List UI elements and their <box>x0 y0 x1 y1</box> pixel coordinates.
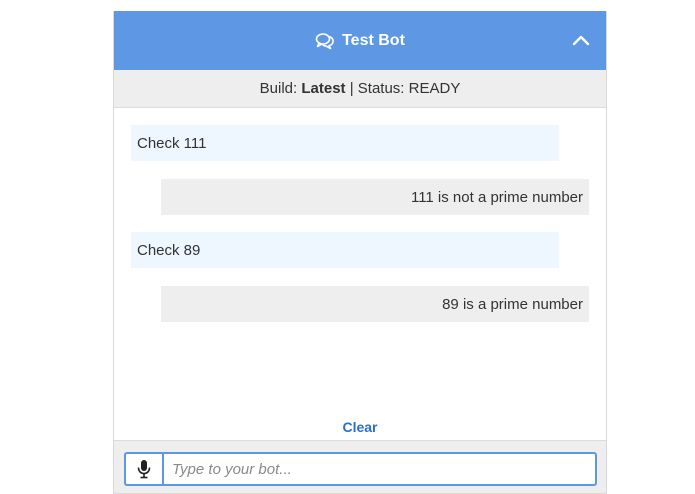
microphone-icon <box>137 460 151 479</box>
status-text: Status: READY <box>357 80 461 97</box>
build-value: Latest <box>301 80 346 97</box>
user-message: Check 111 <box>131 125 559 161</box>
message-text: 111 is not a prime number <box>410 188 583 206</box>
build-label: Build: <box>259 80 302 97</box>
chevron-up-icon <box>572 35 590 46</box>
header-title: Test Bot <box>315 32 405 50</box>
bot-message: 89 is a prime number <box>161 286 589 322</box>
chat-header: Test Bot <box>114 11 606 70</box>
user-message: Check 89 <box>131 232 559 268</box>
clear-button[interactable]: Clear <box>114 419 606 435</box>
bot-message: 111 is not a prime number <box>161 179 589 215</box>
message-input[interactable] <box>162 452 597 486</box>
message-list: Check 111 111 is not a prime number Chec… <box>114 108 606 420</box>
header-title-text: Test Bot <box>342 31 405 49</box>
mic-button[interactable] <box>124 452 162 486</box>
message-text: Check 111 <box>137 134 207 152</box>
chat-bubbles-icon <box>315 32 335 50</box>
collapse-button[interactable] <box>570 29 592 51</box>
message-text: 89 is a prime number <box>442 295 583 313</box>
message-text: Check 89 <box>137 241 201 259</box>
chat-panel: Test Bot Build: Latest | Status: READY C… <box>113 11 607 494</box>
status-bar: Build: Latest | Status: READY <box>114 70 606 108</box>
status-separator: | <box>345 80 358 97</box>
input-bar <box>114 440 606 493</box>
